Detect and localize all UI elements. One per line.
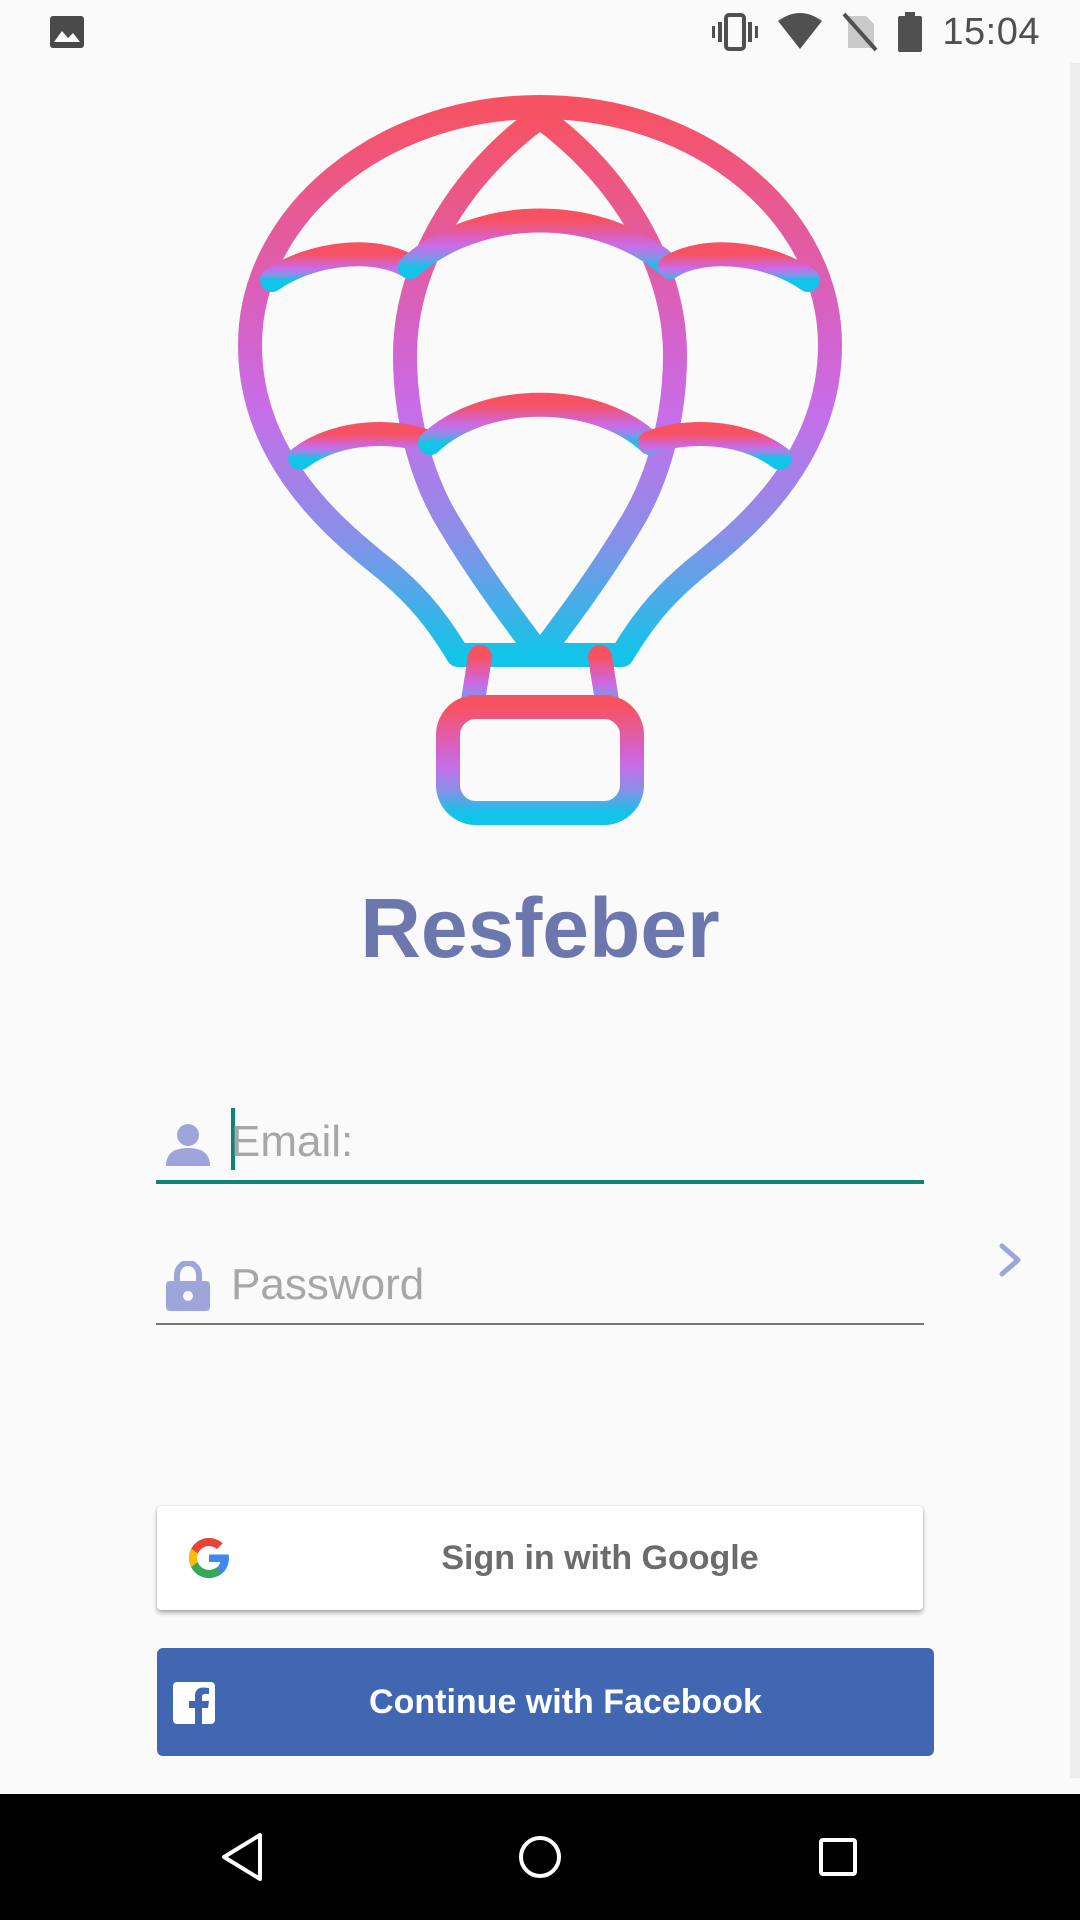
battery-icon [898, 12, 923, 52]
lock-icon [166, 1261, 210, 1311]
vibrate-icon [712, 13, 759, 51]
gallery-icon [50, 16, 84, 48]
status-bar: 15:04 [0, 0, 1080, 63]
status-time: 15:04 [942, 10, 1040, 53]
hot-air-balloon-logo [238, 95, 842, 825]
recents-icon[interactable] [808, 1827, 868, 1887]
google-button-label: Sign in with Google [441, 1539, 759, 1577]
no-sim-icon [842, 12, 878, 52]
google-sign-in-button[interactable]: Sign in with Google [157, 1506, 923, 1610]
password-field[interactable] [156, 1247, 924, 1325]
email-field[interactable] [156, 1104, 924, 1184]
back-icon[interactable] [214, 1827, 274, 1887]
password-input[interactable] [231, 1247, 911, 1323]
status-icons: 15:04 [712, 10, 1040, 54]
app-title: Resfeber [360, 881, 720, 975]
chevron-right-icon[interactable] [996, 1240, 1026, 1280]
wifi-icon [778, 13, 823, 49]
email-input[interactable] [231, 1104, 911, 1180]
person-icon [166, 1124, 210, 1166]
facebook-button-label: Continue with Facebook [369, 1683, 762, 1721]
google-icon [189, 1538, 229, 1578]
facebook-continue-button[interactable]: Continue with Facebook [157, 1648, 934, 1756]
home-icon[interactable] [510, 1827, 570, 1887]
navigation-bar [0, 1794, 1080, 1920]
